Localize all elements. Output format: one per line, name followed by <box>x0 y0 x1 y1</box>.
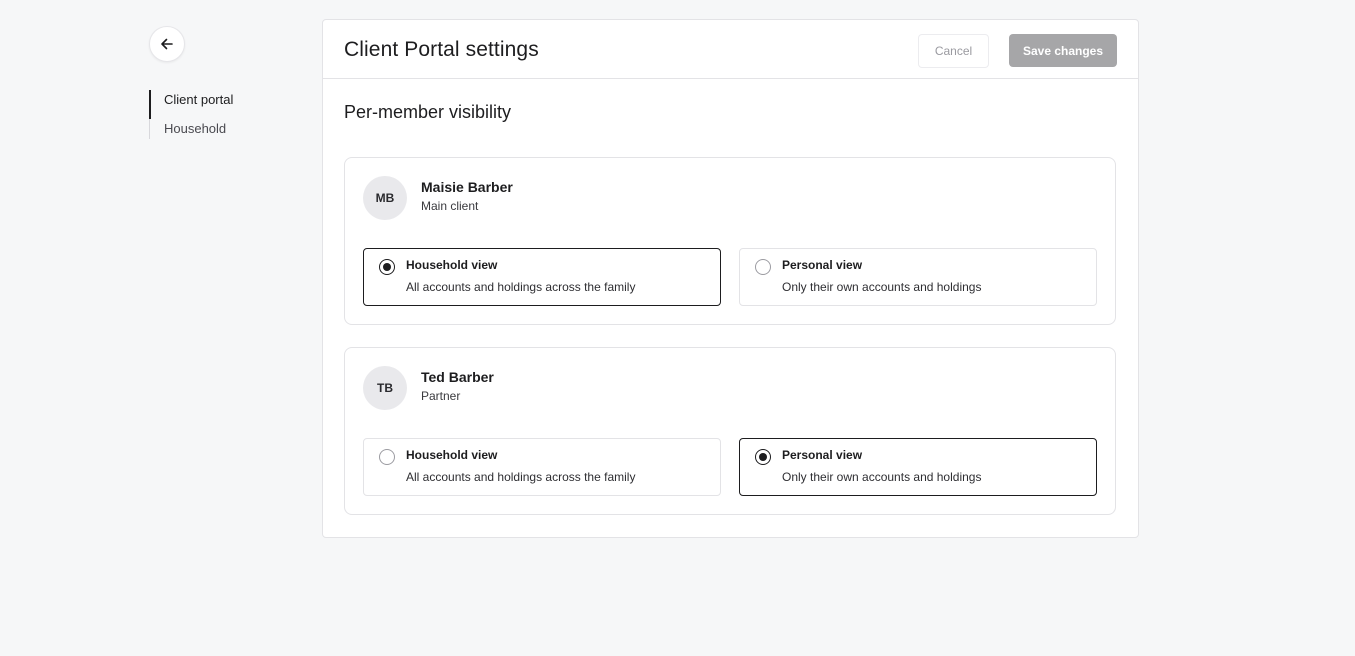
radio-button-selected[interactable] <box>379 259 395 275</box>
option-title: Household view <box>406 448 498 462</box>
option-description: All accounts and holdings across the fam… <box>406 470 636 484</box>
page-title: Client Portal settings <box>344 38 539 61</box>
sidebar-item-client-portal[interactable]: Client portal <box>149 90 233 119</box>
member-card-maisie-barber: MB Maisie Barber Main client Household v… <box>344 157 1116 325</box>
radio-button-selected[interactable] <box>755 449 771 465</box>
cancel-button[interactable]: Cancel <box>918 34 989 68</box>
sidebar-item-household[interactable]: Household <box>149 119 233 139</box>
household-view-option[interactable]: Household view All accounts and holdings… <box>363 248 721 306</box>
radio-button[interactable] <box>379 449 395 465</box>
panel-header: Client Portal settings Cancel Save chang… <box>323 20 1138 79</box>
option-description: Only their own accounts and holdings <box>782 280 982 294</box>
member-name: Ted Barber <box>421 369 494 385</box>
radio-button[interactable] <box>755 259 771 275</box>
avatar: TB <box>363 366 407 410</box>
household-view-option[interactable]: Household view All accounts and holdings… <box>363 438 721 496</box>
section-title: Per-member visibility <box>344 102 512 122</box>
avatar: MB <box>363 176 407 220</box>
option-title: Household view <box>406 258 498 272</box>
member-name: Maisie Barber <box>421 179 513 195</box>
personal-view-option[interactable]: Personal view Only their own accounts an… <box>739 438 1097 496</box>
save-changes-button[interactable]: Save changes <box>1009 34 1117 67</box>
back-button[interactable] <box>149 26 185 62</box>
option-title: Personal view <box>782 448 863 462</box>
personal-view-option[interactable]: Personal view Only their own accounts an… <box>739 248 1097 306</box>
member-role: Partner <box>421 389 461 403</box>
settings-panel: Client Portal settings Cancel Save chang… <box>322 19 1139 538</box>
member-role: Main client <box>421 199 479 213</box>
member-card-ted-barber: TB Ted Barber Partner Household view All… <box>344 347 1116 515</box>
settings-side-nav: Client portal Household <box>149 90 233 139</box>
option-title: Personal view <box>782 258 863 272</box>
arrow-left-icon <box>161 38 173 50</box>
option-description: Only their own accounts and holdings <box>782 470 982 484</box>
option-description: All accounts and holdings across the fam… <box>406 280 636 294</box>
